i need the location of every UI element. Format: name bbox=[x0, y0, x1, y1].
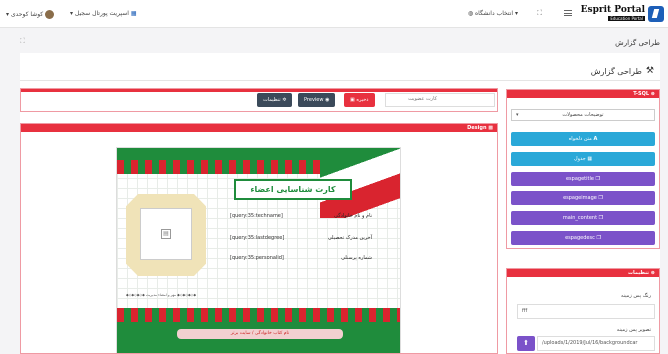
card-bottom-border bbox=[117, 308, 400, 322]
section-title: طراحی گزارش ⚒ bbox=[591, 66, 654, 76]
copy-icon: ❐ bbox=[596, 235, 601, 241]
copy-icon: ❐ bbox=[595, 176, 601, 182]
field-button-label: espageimage bbox=[563, 195, 597, 201]
photo-placeholder[interactable]: ▤ bbox=[140, 208, 192, 260]
field-value-personal-id[interactable]: [query:35:personalid] bbox=[230, 255, 284, 261]
signature-strip: ◆◇◆◇◆◇◆ مهر و امضاء مدیریت ◆◇◆◇◆◇◆ bbox=[126, 293, 196, 297]
brand-tagline: Education Portal bbox=[608, 16, 645, 21]
copy-icon: ❐ bbox=[598, 215, 604, 221]
field-button-espagetitle[interactable]: espagetitle ❐ bbox=[511, 172, 655, 186]
signature-dots: ◆◇◆◇◆◇◆ bbox=[177, 293, 197, 297]
design-panel: Design ▩ کارت شناسایی اعضاء ▤ نام و نام … bbox=[20, 123, 498, 354]
field-button-label: main_content bbox=[562, 215, 598, 221]
bg-image-input[interactable]: /uploads/1/2019/Jul/16/backgroundcar bbox=[537, 336, 655, 351]
settings-header-title: تنظیمات ⊕ bbox=[628, 269, 655, 277]
report-toolbar: کارت عضویت ▣ ذخیره Preview ◉ تنظیمات ✲ bbox=[20, 88, 498, 112]
brand[interactable]: Esprit Portal Education Portal bbox=[581, 5, 664, 22]
chevron-down-icon: ▾ bbox=[516, 112, 519, 118]
table-button[interactable]: جدول ▦ bbox=[511, 152, 655, 166]
settings-header: تنظیمات ⊕ bbox=[507, 269, 659, 277]
eye-icon: ◉ bbox=[325, 97, 330, 103]
bg-image-label: تصویر پس زمینه bbox=[616, 327, 651, 333]
settings-button[interactable]: تنظیمات ✲ bbox=[257, 93, 293, 107]
field-button-label: espagetitle bbox=[565, 176, 594, 182]
avatar bbox=[45, 10, 55, 19]
field-value-degree[interactable]: [query:35:lastdegree] bbox=[230, 235, 284, 241]
fullscreen-icon[interactable]: ⛶ bbox=[537, 9, 542, 18]
settings-heading: تنظیمات bbox=[627, 270, 650, 276]
brand-logo-icon bbox=[648, 5, 664, 22]
university-selector[interactable]: ◍ انتخاب دانشگاه ▾ bbox=[468, 10, 518, 17]
custom-text-button[interactable]: متن دلخواه A bbox=[511, 132, 655, 146]
design-header: Design ▩ bbox=[21, 124, 497, 132]
save-icon: ▣ bbox=[350, 97, 355, 103]
field-label-name: نام و نام خانوادگی bbox=[334, 213, 372, 219]
section-title-text: طراحی گزارش bbox=[590, 66, 642, 76]
tsql-panel: T-SQL ⊕ ▾ توضیحات محصولات متن دلخواه A ج… bbox=[506, 89, 660, 249]
plus-circle-icon: ⊕ bbox=[650, 270, 655, 276]
membership-card-canvas[interactable]: کارت شناسایی اعضاء ▤ نام و نام خانوادگی … bbox=[116, 147, 401, 353]
tsql-header: T-SQL ⊕ bbox=[507, 90, 659, 98]
tenant-name: اسپریت پورتال سجیل bbox=[74, 10, 129, 17]
copy-icon: ❐ bbox=[598, 195, 603, 201]
user-name: کوشا کوحدی bbox=[10, 11, 44, 18]
expand-icon[interactable]: ⛶ bbox=[20, 37, 25, 46]
text-icon: A bbox=[593, 136, 598, 142]
tools-icon: ⚒ bbox=[645, 66, 654, 76]
divider bbox=[20, 80, 660, 81]
chevron-down-icon: ▾ bbox=[6, 11, 10, 18]
field-button-espageimage[interactable]: espageimage ❐ bbox=[511, 191, 655, 205]
query-select[interactable]: ▾ توضیحات محصولات bbox=[511, 109, 655, 121]
tsql-header-title: T-SQL ⊕ bbox=[633, 90, 655, 98]
design-header-title: Design ▩ bbox=[467, 124, 493, 132]
toolbar-header bbox=[21, 89, 497, 92]
preview-button-label: Preview bbox=[304, 97, 324, 103]
university-selector-label: انتخاب دانشگاه bbox=[475, 10, 514, 17]
table-icon: ▦ bbox=[587, 156, 593, 162]
card-bottom-caption: نام کتاب خانوادگی / سایت برتر bbox=[177, 329, 343, 339]
settings-button-label: تنظیمات bbox=[263, 97, 281, 103]
breadcrumb-bar bbox=[0, 28, 668, 53]
design-heading: Design bbox=[467, 125, 487, 131]
table-button-label: جدول bbox=[573, 156, 586, 162]
signature-text: مهر و امضاء مدیریت bbox=[145, 293, 177, 297]
card-name-input[interactable] bbox=[385, 93, 495, 107]
building-icon: ▦ bbox=[130, 10, 137, 17]
chevron-down-icon: ▾ bbox=[70, 10, 74, 17]
menu-toggle-icon[interactable] bbox=[564, 10, 572, 16]
field-button-main-content[interactable]: main_content ❐ bbox=[511, 211, 655, 225]
tsql-heading: T-SQL bbox=[633, 91, 650, 97]
preview-button[interactable]: Preview ◉ bbox=[298, 93, 336, 107]
chevron-down-icon: ▾ bbox=[514, 10, 518, 17]
image-icon: ▩ bbox=[488, 125, 493, 131]
plus-circle-icon: ⊕ bbox=[650, 91, 655, 97]
query-select-value: توضیحات محصولات bbox=[562, 112, 604, 118]
image-placeholder-icon: ▤ bbox=[161, 229, 171, 239]
field-button-label: espagedesc bbox=[565, 235, 595, 241]
save-button[interactable]: ▣ ذخیره bbox=[344, 93, 375, 107]
settings-panel: تنظیمات ⊕ رنگ پس زمینه fff تصویر پس زمین… bbox=[506, 268, 660, 354]
card-title: کارت شناسایی اعضاء bbox=[250, 185, 336, 194]
upload-button[interactable]: ⬆ bbox=[517, 336, 535, 351]
bg-color-input[interactable]: fff bbox=[517, 304, 655, 319]
brand-name: Esprit Portal bbox=[580, 5, 645, 15]
gear-icon: ✲ bbox=[282, 97, 287, 103]
page-title: طراحی گزارش bbox=[615, 39, 660, 47]
card-title-banner[interactable]: کارت شناسایی اعضاء bbox=[234, 179, 352, 200]
save-button-label: ذخیره bbox=[356, 97, 369, 103]
bg-color-label: رنگ پس زمینه bbox=[620, 293, 651, 299]
signature-dots: ◆◇◆◇◆◇◆ bbox=[126, 293, 145, 297]
globe-icon: ◍ bbox=[467, 10, 474, 17]
user-menu[interactable]: ▾ کوشا کوحدی bbox=[6, 10, 55, 19]
field-label-degree: آخرین مدرک تحصیلی bbox=[327, 235, 372, 241]
top-navbar: Esprit Portal Education Portal ⛶ ◍ انتخا… bbox=[0, 0, 668, 28]
custom-text-label: متن دلخواه bbox=[568, 136, 592, 142]
field-button-espagedesc[interactable]: espagedesc ❐ bbox=[511, 231, 655, 245]
field-label-personal-id: شماره پرسنلی bbox=[341, 255, 372, 261]
tenant-menu[interactable]: ▾ اسپریت پورتال سجیل ▦ bbox=[70, 10, 137, 17]
field-value-name[interactable]: [query:35:techname] bbox=[230, 213, 283, 219]
upload-icon: ⬆ bbox=[523, 339, 529, 347]
